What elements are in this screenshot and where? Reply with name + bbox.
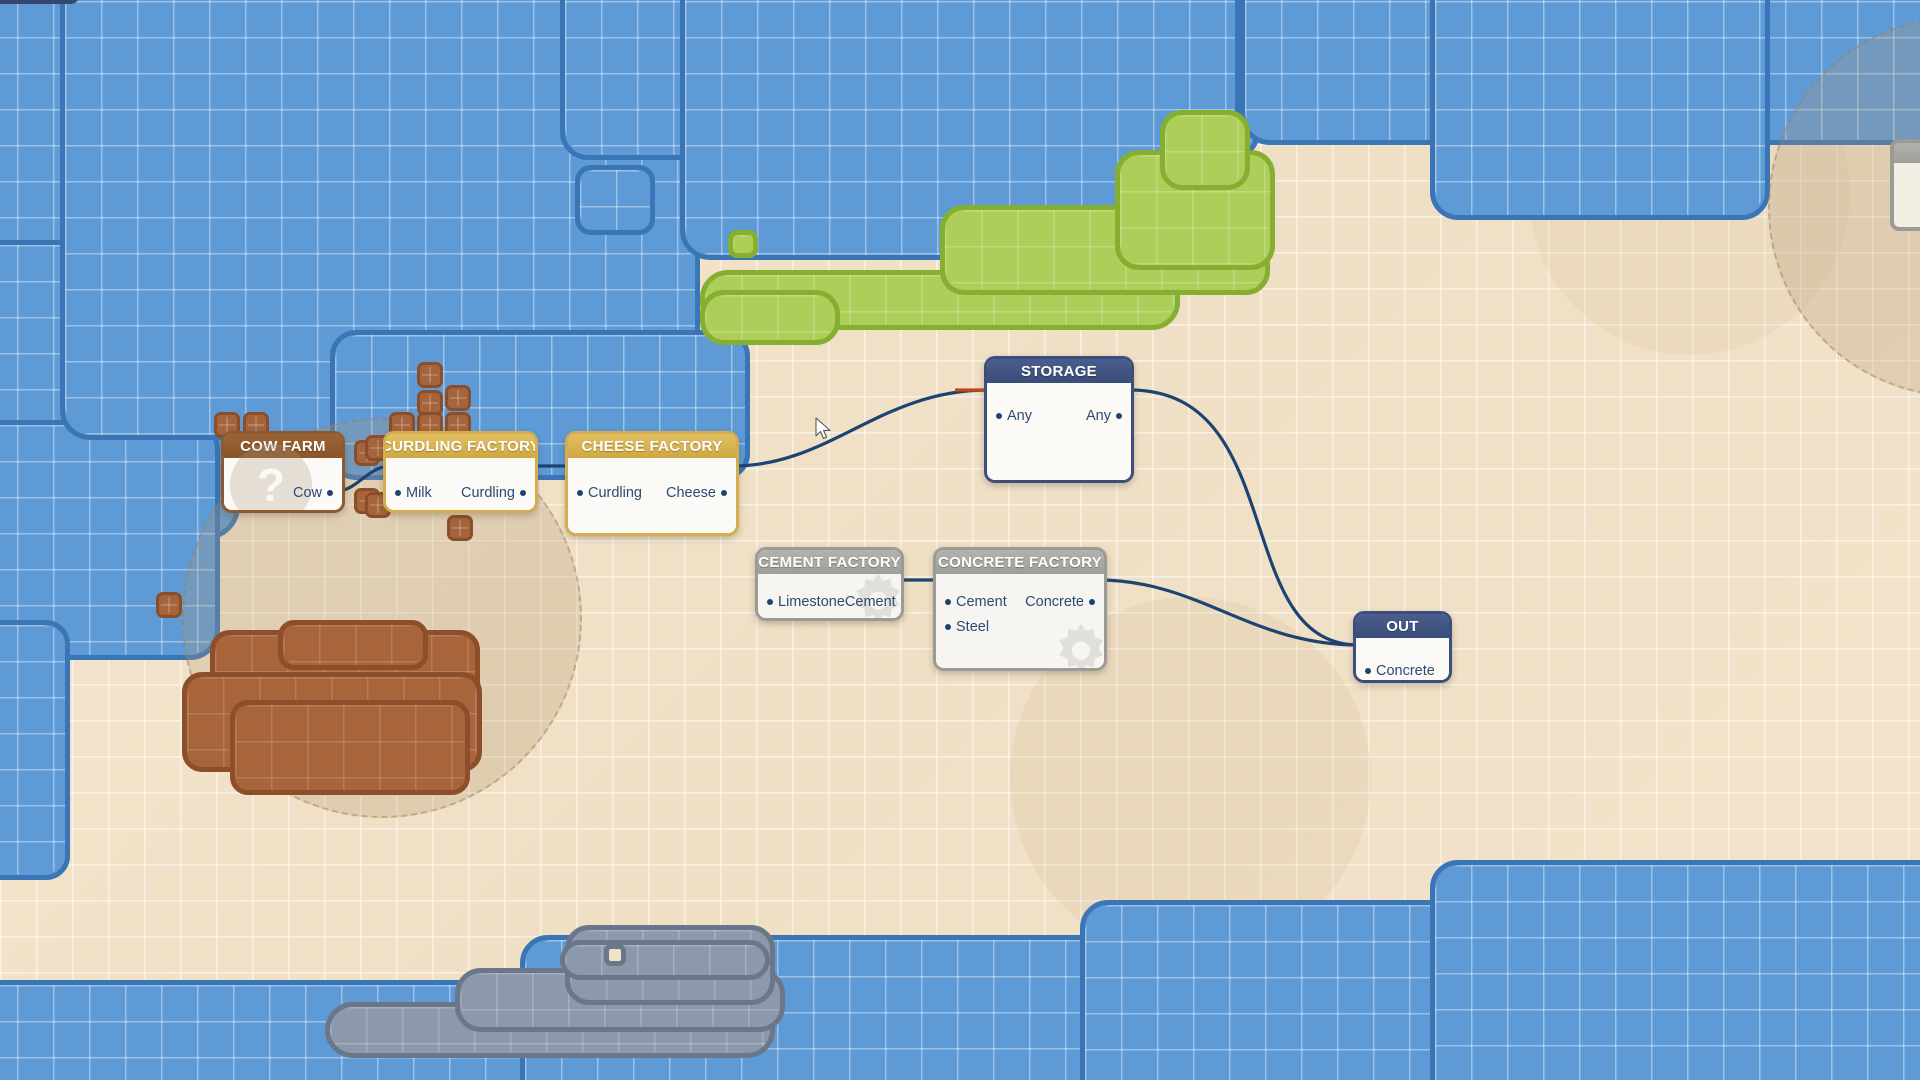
port-label: Steel xyxy=(956,619,990,635)
node-cheese-factory[interactable]: CHEESE FACTORY Curdling Cheese xyxy=(565,431,739,536)
port-label: Concrete xyxy=(1376,663,1435,679)
port-out-milk[interactable]: Milk xyxy=(296,510,333,513)
port-label: Milk xyxy=(296,510,322,513)
port-out-curdling[interactable]: Curdling xyxy=(461,485,526,501)
port-dot-icon xyxy=(395,490,401,496)
resource-tile[interactable] xyxy=(417,362,443,388)
port-out-concrete[interactable]: Concrete xyxy=(1025,594,1095,610)
water-region xyxy=(1430,860,1920,1080)
port-label: Curdling xyxy=(461,485,515,501)
port-out-any[interactable]: Any xyxy=(1086,408,1122,424)
node-body: Milk Curdling xyxy=(386,458,535,510)
port-out-cement[interactable]: Cement xyxy=(844,594,901,610)
node-title: CURDLING FACTORY xyxy=(386,434,535,458)
node-title: STORAGE xyxy=(987,359,1131,383)
port-dot-icon xyxy=(520,490,526,496)
port-in-curdling[interactable]: Curdling xyxy=(577,485,642,501)
node-body: Curdling Cheese xyxy=(568,458,736,533)
grass-region xyxy=(700,290,840,345)
node-body: Concrete xyxy=(1356,638,1449,680)
resource-tile[interactable] xyxy=(445,385,471,411)
water-region xyxy=(1430,0,1770,220)
node-storage[interactable]: STORAGE Any Any xyxy=(984,356,1134,483)
port-label: Cement xyxy=(844,594,896,610)
port-dot-icon xyxy=(767,599,773,605)
node-body: Limestone Cement Water xyxy=(758,573,901,621)
port-out-cow[interactable]: Cow xyxy=(293,485,333,501)
port-in-limestone[interactable]: Limestone xyxy=(767,594,845,610)
port-in-milk[interactable]: Milk xyxy=(395,485,432,501)
port-dot-icon xyxy=(945,599,951,605)
port-label: Water xyxy=(778,619,816,621)
port-dot-icon xyxy=(1365,668,1371,674)
port-label: Any xyxy=(1007,408,1032,424)
dirt-region xyxy=(278,620,428,670)
port-dot-icon xyxy=(721,490,727,496)
port-dot-icon xyxy=(996,413,1002,419)
resource-tile[interactable] xyxy=(156,592,182,618)
port-label: Cheese xyxy=(666,485,716,501)
stone-region xyxy=(560,940,770,980)
dirt-region xyxy=(230,700,470,795)
stone-region-hole xyxy=(604,944,626,966)
game-map-canvas[interactable]: COW FARM ? Cow Milk CURDLING FACTORY xyxy=(0,0,1920,1080)
node-concrete-factory[interactable]: CONCRETE FACTORY Cement Concrete Steel xyxy=(933,547,1107,671)
node-body: Cement Concrete Steel xyxy=(936,574,1104,668)
port-dot-icon xyxy=(1089,599,1095,605)
port-label: Cow xyxy=(292,485,322,501)
port-in-cement[interactable]: Cement xyxy=(945,594,1007,610)
port-in-concrete[interactable]: Concrete xyxy=(1365,663,1435,679)
node-title: OUT xyxy=(1356,614,1449,638)
port-label: Any xyxy=(1086,408,1111,424)
port-out-cheese[interactable]: Cheese xyxy=(666,485,727,501)
port-label: Milk xyxy=(406,485,432,501)
resource-tile[interactable] xyxy=(447,515,473,541)
port-label: Curdling xyxy=(588,485,642,501)
port-label: Concrete xyxy=(1025,594,1084,610)
port-in-any[interactable]: Any xyxy=(996,408,1032,424)
port-label: Cement xyxy=(956,594,1007,610)
port-dot-icon xyxy=(327,490,333,496)
node-header-offscreen xyxy=(1894,143,1920,163)
water-region xyxy=(575,165,655,235)
node-body: ? Cow Milk xyxy=(224,444,342,513)
node-body: Any Any xyxy=(987,383,1131,480)
hud-panel-top-left[interactable] xyxy=(0,0,80,4)
port-in-steel[interactable]: Steel xyxy=(945,619,989,635)
port-dot-icon xyxy=(900,599,901,605)
grass-region xyxy=(1160,110,1250,190)
port-dot-icon xyxy=(1116,413,1122,419)
port-dot-icon xyxy=(945,624,951,630)
port-in-water[interactable]: Water xyxy=(767,619,816,621)
node-title: CHEESE FACTORY xyxy=(568,434,736,458)
node-cement-factory[interactable]: CEMENT FACTORY Limestone Cement Wa xyxy=(755,547,904,621)
node-out[interactable]: OUT Concrete xyxy=(1353,611,1452,683)
water-region xyxy=(0,620,70,880)
node-cow-farm[interactable]: COW FARM ? Cow Milk xyxy=(221,431,345,513)
node-curdling-factory[interactable]: CURDLING FACTORY Milk Curdling xyxy=(383,431,538,513)
port-label: Limestone xyxy=(778,594,845,610)
port-dot-icon xyxy=(577,490,583,496)
grass-region xyxy=(728,230,758,258)
node-offscreen-right[interactable] xyxy=(1890,139,1920,231)
node-title: CONCRETE FACTORY xyxy=(936,550,1104,574)
